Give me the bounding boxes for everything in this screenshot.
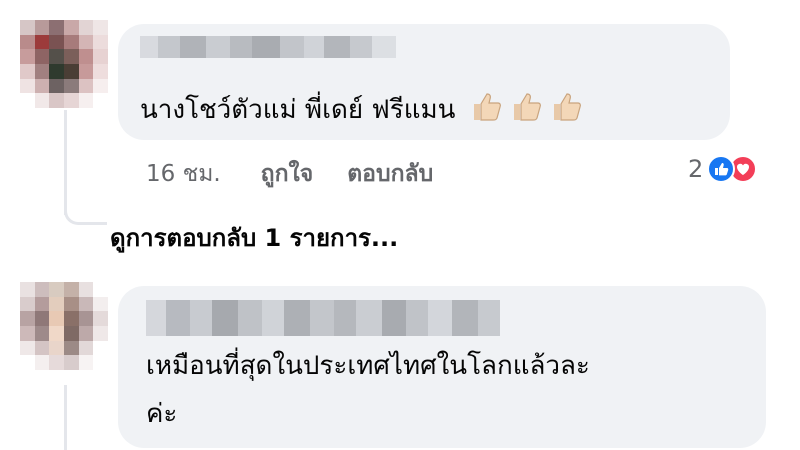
thumbs-up-icon bbox=[553, 93, 581, 121]
commenter-name-blurred[interactable] bbox=[140, 36, 396, 58]
avatar[interactable] bbox=[20, 282, 108, 370]
reply-connector bbox=[64, 200, 107, 225]
comment-text-line2: ค่ะ bbox=[146, 399, 178, 429]
comment-bubble: เหมือนที่สุดในประเทศไทศในโลกแล้วละ ค่ะ bbox=[118, 286, 766, 448]
comment-actions: 16 ชม. ถูกใจ ตอบกลับ bbox=[146, 156, 467, 192]
view-replies-link[interactable]: ดูการตอบกลับ 1 รายการ... bbox=[110, 218, 398, 257]
comment-timestamp[interactable]: 16 ชม. bbox=[146, 156, 221, 192]
reaction-count: 2 bbox=[688, 155, 704, 183]
commenter-name-blurred[interactable] bbox=[146, 300, 500, 336]
thumbs-up-icon bbox=[473, 93, 501, 121]
avatar[interactable] bbox=[20, 20, 108, 108]
comment-text: นางโชว์ตัวแม่ พี่เดย์ ฟรีแมน bbox=[140, 90, 584, 128]
thumbs-up-emoji-group bbox=[464, 93, 584, 125]
like-link[interactable]: ถูกใจ bbox=[261, 156, 314, 192]
comment-text-line1: เหมือนที่สุดในประเทศไทศในโลกแล้วละ bbox=[146, 351, 590, 381]
comment-body: นางโชว์ตัวแม่ พี่เดย์ ฟรีแมน bbox=[140, 95, 456, 125]
comment-bubble: นางโชว์ตัวแม่ พี่เดย์ ฟรีแมน bbox=[118, 24, 730, 140]
reaction-summary[interactable]: 2 bbox=[688, 155, 758, 183]
thread-line bbox=[64, 385, 67, 450]
reply-link[interactable]: ตอบกลับ bbox=[347, 156, 433, 192]
thumbs-up-icon bbox=[513, 93, 541, 121]
like-icon bbox=[707, 155, 736, 183]
